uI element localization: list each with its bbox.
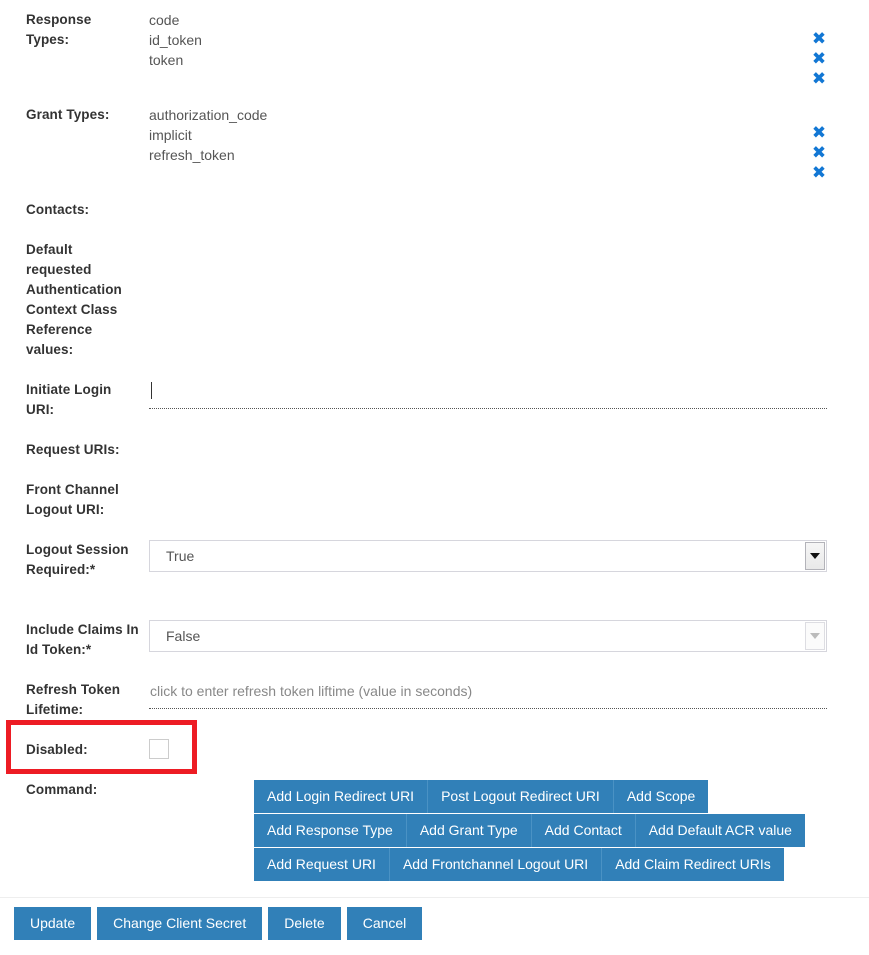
remove-grant-type-icon[interactable]: ✖ <box>811 145 827 161</box>
add-contact-button[interactable]: Add Contact <box>532 814 636 847</box>
change-client-secret-button[interactable]: Change Client Secret <box>97 907 262 940</box>
footer-divider <box>0 897 869 898</box>
logout-session-required-label: Logout Session Required:* <box>26 540 136 580</box>
post-logout-redirect-uri-button[interactable]: Post Logout Redirect URI <box>428 780 614 813</box>
include-claims-in-id-token-value: False <box>166 628 200 644</box>
default-acr-values-label: Default requested Authentication Context… <box>26 240 138 360</box>
logout-session-required-select[interactable]: True <box>149 540 827 572</box>
add-grant-type-button[interactable]: Add Grant Type <box>407 814 532 847</box>
request-uris-label: Request URIs: <box>26 440 136 460</box>
add-default-acr-value-button[interactable]: Add Default ACR value <box>636 814 805 847</box>
response-type-value: token <box>149 50 202 70</box>
logout-session-required-value: True <box>166 548 194 564</box>
response-type-value: id_token <box>149 30 202 50</box>
chevron-down-icon[interactable] <box>805 622 825 650</box>
refresh-token-lifetime-input[interactable]: click to enter refresh token liftime (va… <box>149 678 827 709</box>
disabled-checkbox[interactable] <box>149 739 169 759</box>
form-action-bar: Update Change Client Secret Delete Cance… <box>14 907 422 940</box>
add-response-type-button[interactable]: Add Response Type <box>254 814 407 847</box>
response-types-label: Response Types: <box>26 10 136 50</box>
text-caret <box>151 382 152 399</box>
update-button[interactable]: Update <box>14 907 91 940</box>
command-button-row-3: Add Request URI Add Frontchannel Logout … <box>254 848 784 881</box>
disabled-label: Disabled: <box>26 740 136 760</box>
remove-grant-type-icon[interactable]: ✖ <box>811 165 827 181</box>
remove-grant-type-icon[interactable]: ✖ <box>811 125 827 141</box>
client-edit-form: Response Types: code id_token token ✖ ✖ … <box>0 0 869 955</box>
add-scope-button[interactable]: Add Scope <box>614 780 709 813</box>
chevron-down-icon[interactable] <box>805 542 825 570</box>
grant-types-values: authorization_code implicit refresh_toke… <box>149 105 267 165</box>
delete-button[interactable]: Delete <box>268 907 340 940</box>
contacts-label: Contacts: <box>26 200 136 220</box>
add-frontchannel-logout-uri-button[interactable]: Add Frontchannel Logout URI <box>390 848 602 881</box>
grant-types-label: Grant Types: <box>26 105 136 125</box>
remove-response-type-icon[interactable]: ✖ <box>811 31 827 47</box>
add-request-uri-button[interactable]: Add Request URI <box>254 848 390 881</box>
response-types-values: code id_token token <box>149 10 202 70</box>
initiate-login-uri-label: Initiate Login URI: <box>26 380 136 420</box>
grant-type-value: refresh_token <box>149 145 267 165</box>
add-login-redirect-uri-button[interactable]: Add Login Redirect URI <box>254 780 428 813</box>
include-claims-in-id-token-select[interactable]: False <box>149 620 827 652</box>
remove-response-type-icon[interactable]: ✖ <box>811 51 827 67</box>
initiate-login-uri-input[interactable] <box>149 378 827 409</box>
remove-response-type-icon[interactable]: ✖ <box>811 71 827 87</box>
cancel-button[interactable]: Cancel <box>347 907 423 940</box>
grant-type-value: implicit <box>149 125 267 145</box>
front-channel-logout-uri-label: Front Channel Logout URI: <box>26 480 136 520</box>
command-button-row-1: Add Login Redirect URI Post Logout Redir… <box>254 780 708 813</box>
command-label: Command: <box>26 780 136 800</box>
refresh-token-lifetime-placeholder: click to enter refresh token liftime (va… <box>150 683 472 699</box>
command-button-row-2: Add Response Type Add Grant Type Add Con… <box>254 814 805 847</box>
refresh-token-lifetime-label: Refresh Token Lifetime: <box>26 680 141 720</box>
grant-type-value: authorization_code <box>149 105 267 125</box>
include-claims-in-id-token-label: Include Claims In Id Token:* <box>26 620 141 660</box>
response-type-value: code <box>149 10 202 30</box>
add-claim-redirect-uris-button[interactable]: Add Claim Redirect URIs <box>602 848 784 881</box>
